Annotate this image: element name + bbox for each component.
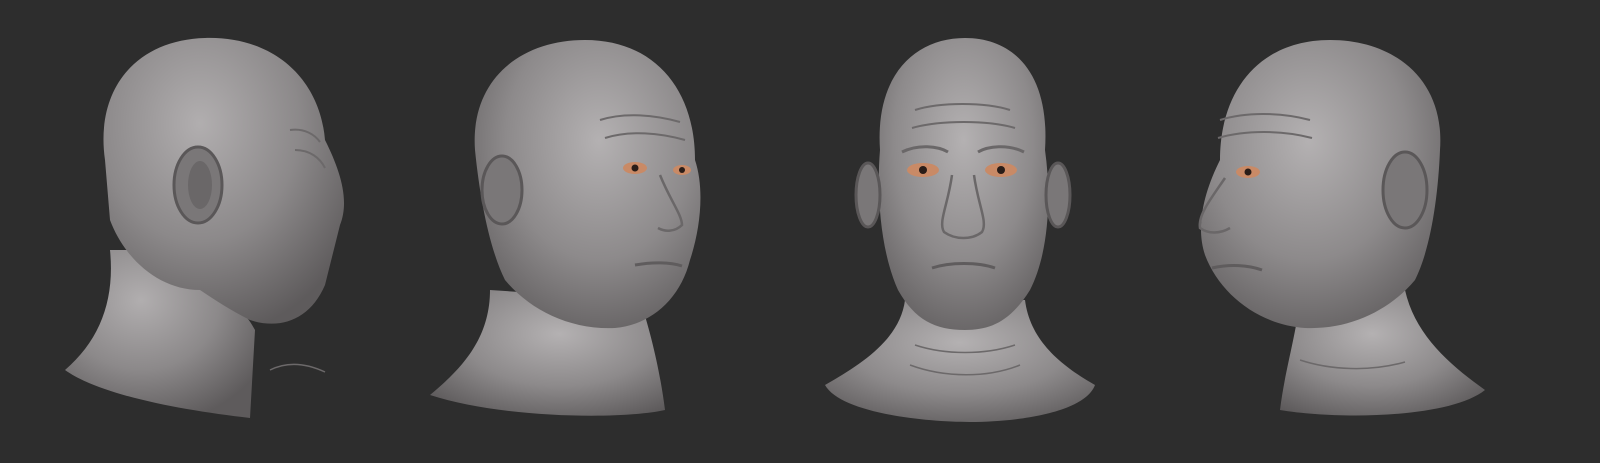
head-front-icon — [825, 38, 1095, 422]
head-view-front — [820, 0, 1120, 463]
head-profile-right-icon — [65, 37, 345, 418]
head-view-three-quarter-left — [1190, 0, 1520, 463]
head-three-quarter-right-icon — [430, 40, 701, 416]
head-three-quarter-left-icon — [1198, 40, 1485, 416]
head-view-three-quarter-right — [420, 0, 720, 463]
head-view-profile-right — [40, 0, 380, 463]
sculpt-turnaround-canvas — [0, 0, 1600, 463]
